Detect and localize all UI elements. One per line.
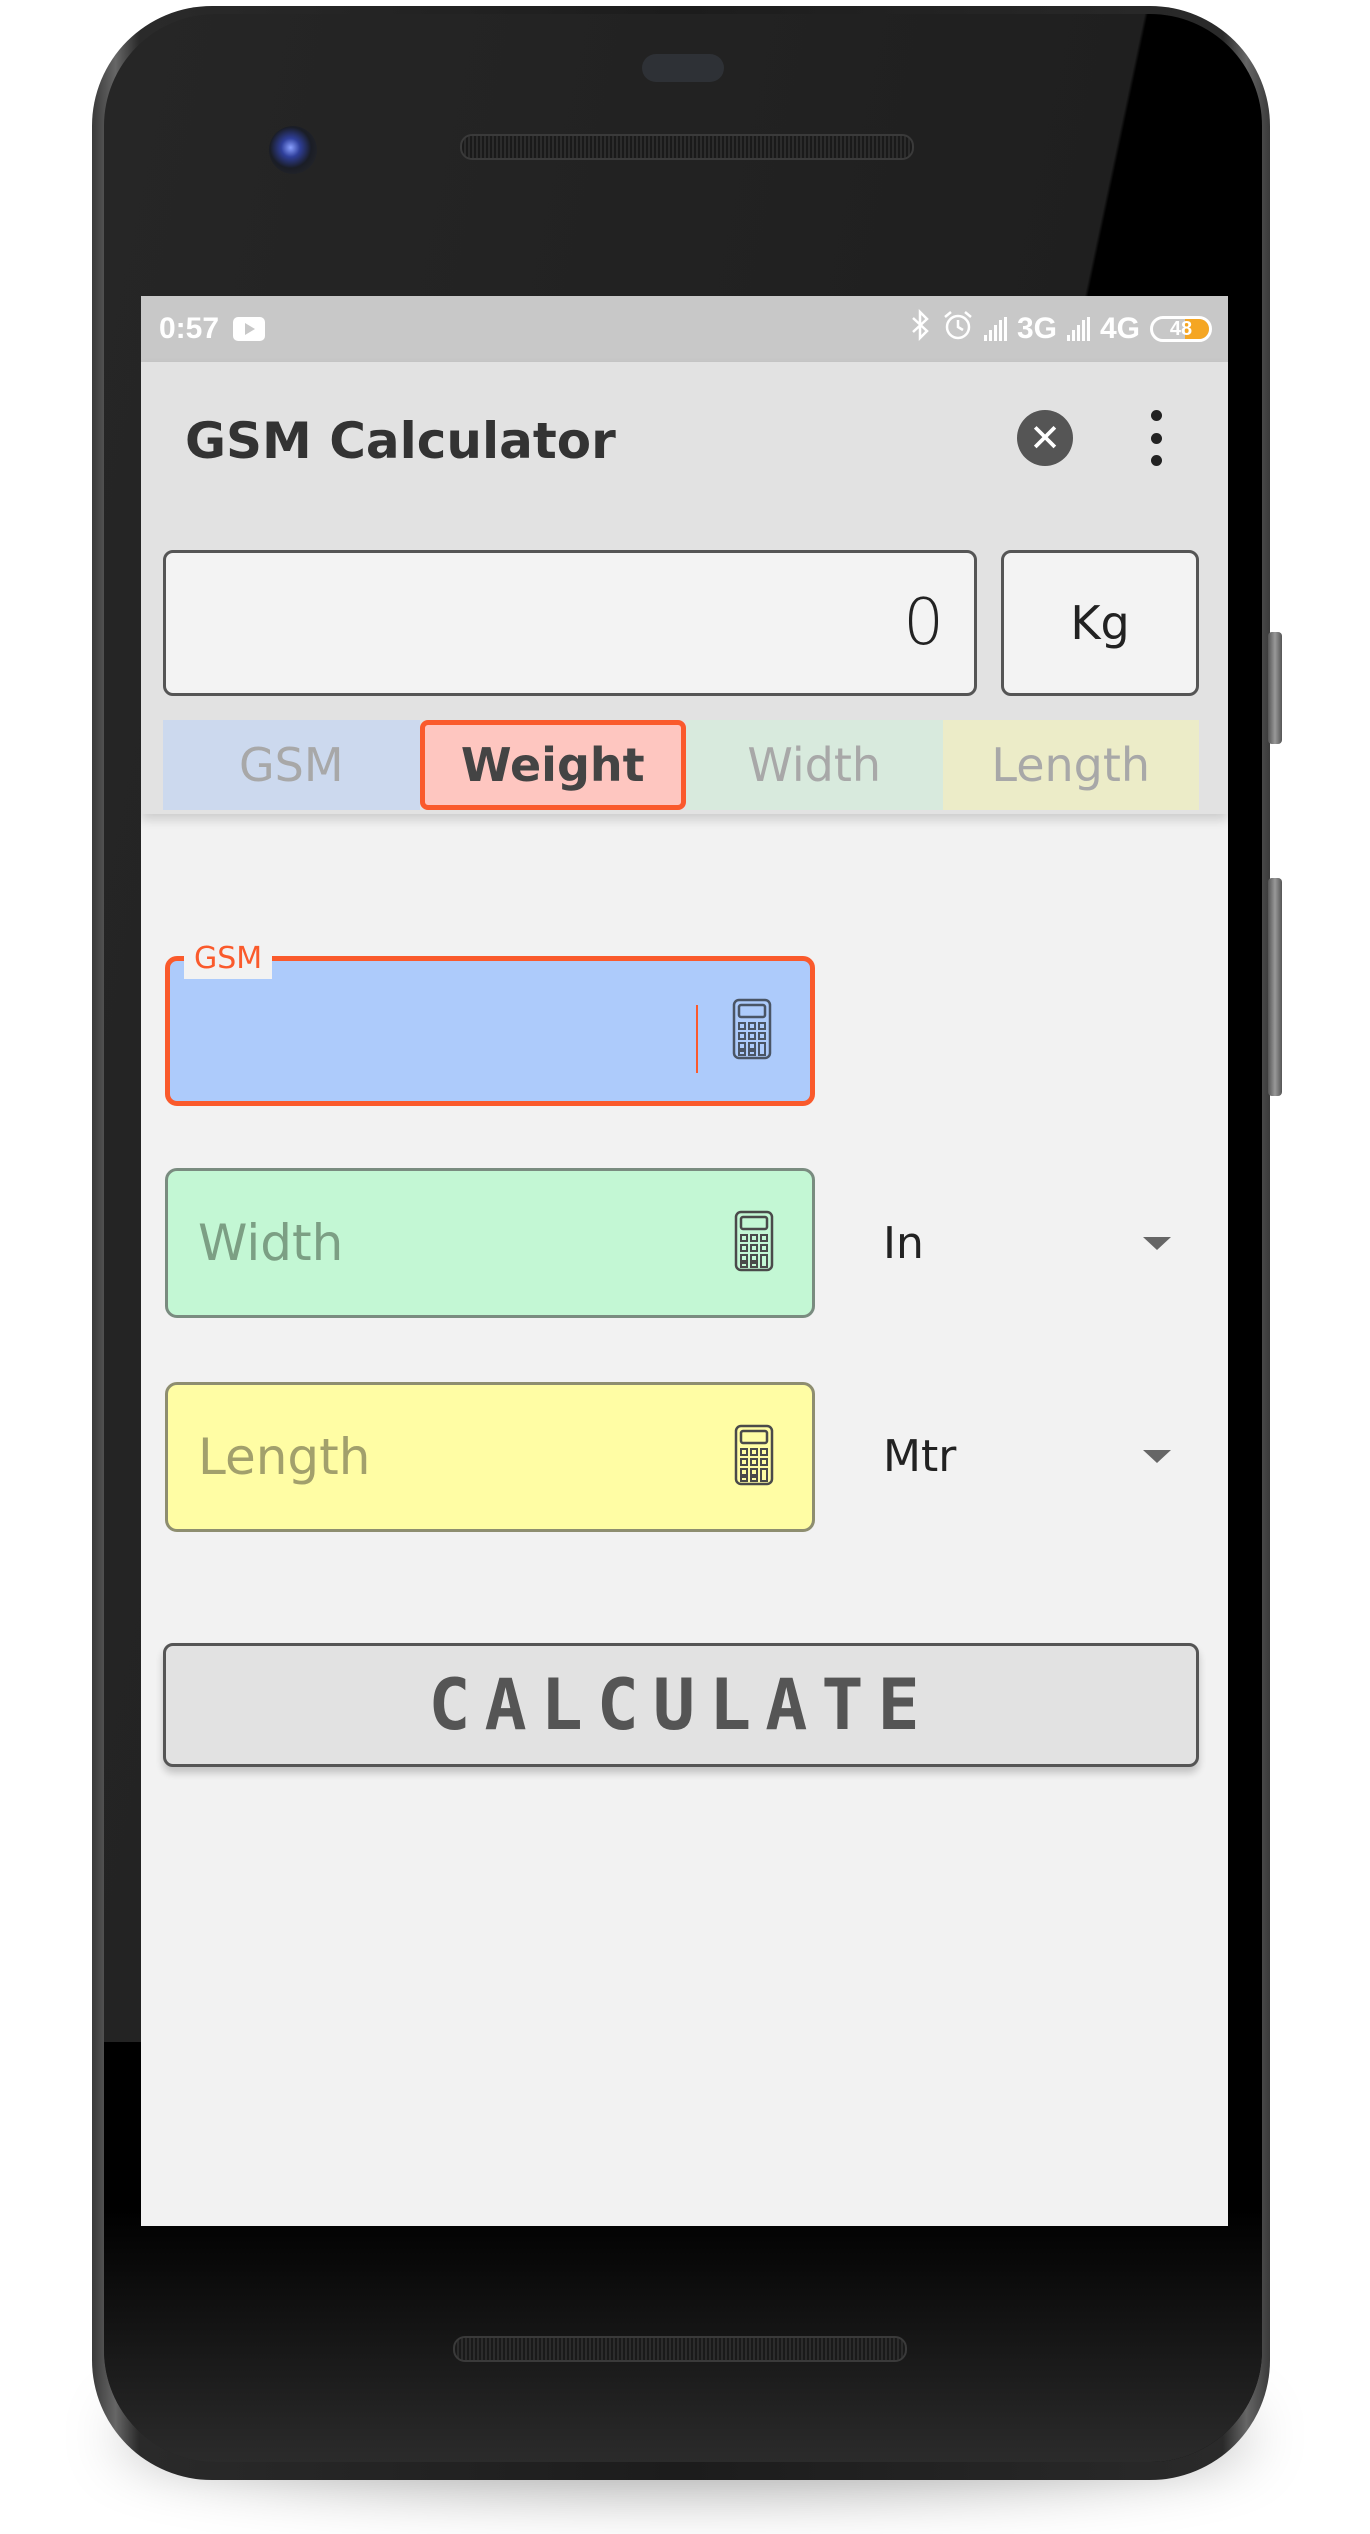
signal-icon [983,317,1007,341]
calculate-button[interactable]: CALCULATE [163,1643,1199,1767]
text-cursor [696,1005,698,1073]
dropdown-caret-icon [1143,1236,1171,1250]
tab-length[interactable]: Length [942,720,1199,810]
status-time: 0:57 [159,312,220,345]
bluetooth-icon [910,308,932,349]
length-unit-value: Mtr [883,1430,957,1482]
app-title: GSM Calculator [185,412,616,470]
earpiece-speaker [460,134,914,160]
status-left: 0:57 [141,312,266,346]
close-button[interactable]: ✕ [1017,410,1073,466]
front-camera-icon [269,126,317,174]
app-screen: 0:57 3G 4G 48 GSM Calculator ✕ 0 Kg GSM … [141,296,1228,2226]
menu-dot [1150,455,1162,466]
app-header: GSM Calculator ✕ 0 Kg GSM Weight Width L… [141,362,1228,814]
width-placeholder: Width [198,1214,344,1272]
result-value: 0 [903,586,944,660]
bottom-speaker [453,2336,907,2362]
calculator-icon[interactable] [734,1424,774,1490]
volume-button [1268,878,1282,1096]
tab-weight[interactable]: Weight [419,720,686,810]
youtube-icon [233,317,266,341]
result-unit-button[interactable]: Kg [1001,550,1199,696]
network-type-2: 4G [1099,312,1140,345]
calculator-icon[interactable] [732,998,772,1064]
result-display: 0 [163,550,977,696]
menu-dot [1150,432,1162,444]
mode-tabs: GSM Weight Width Length [163,720,1199,810]
dropdown-caret-icon [1143,1449,1171,1463]
close-icon: ✕ [1029,416,1061,460]
tab-gsm[interactable]: GSM [163,720,420,810]
network-type-1: 3G [1016,312,1057,345]
status-right: 3G 4G 48 [910,308,1228,349]
result-unit-label: Kg [1070,596,1130,650]
signal-icon [1066,317,1090,341]
width-input[interactable]: Width [165,1168,815,1318]
battery-icon: 48 [1150,316,1212,342]
length-placeholder: Length [198,1428,371,1486]
alarm-icon [942,309,974,349]
status-bar: 0:57 3G 4G 48 [141,296,1228,362]
length-unit-dropdown[interactable]: Mtr [883,1411,1183,1501]
tab-width[interactable]: Width [686,720,943,810]
menu-dot [1150,410,1162,421]
width-unit-dropdown[interactable]: In [883,1198,1183,1288]
more-options-button[interactable] [1141,410,1171,466]
length-input[interactable]: Length [165,1382,815,1532]
power-button [1268,632,1282,744]
gsm-floating-label: GSM [184,939,273,979]
gsm-input[interactable]: GSM [165,939,815,1106]
width-unit-value: In [883,1217,924,1269]
calculator-icon[interactable] [734,1210,774,1276]
battery-level: 48 [1169,317,1193,340]
proximity-sensor [642,54,724,82]
